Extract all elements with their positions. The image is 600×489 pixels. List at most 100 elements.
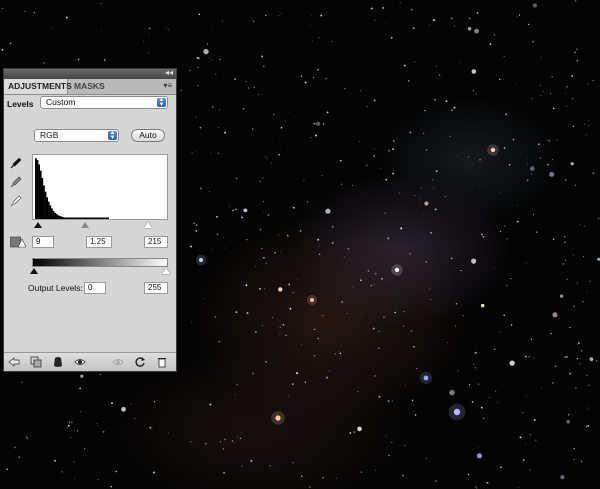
star xyxy=(134,418,136,420)
white-point-eyedropper-icon[interactable] xyxy=(10,195,22,207)
input-white-field[interactable]: 215 xyxy=(144,236,168,248)
star xyxy=(510,277,512,280)
output-levels-label: Output Levels: xyxy=(28,283,83,293)
star xyxy=(467,473,470,476)
input-black-field[interactable]: 9 xyxy=(32,236,54,248)
black-point-eyedropper-icon[interactable] xyxy=(10,157,22,169)
output-white-field[interactable]: 255 xyxy=(144,282,168,294)
star xyxy=(234,208,237,211)
star xyxy=(419,199,421,201)
star xyxy=(278,234,280,236)
star xyxy=(130,403,132,405)
star xyxy=(506,284,508,287)
star xyxy=(564,259,567,261)
star xyxy=(215,73,217,75)
input-gamma-handle[interactable] xyxy=(81,222,89,228)
star xyxy=(322,123,325,125)
star xyxy=(195,151,197,152)
star xyxy=(12,457,14,459)
channel-select[interactable]: RGB ▲ ▼ xyxy=(34,129,119,142)
star xyxy=(423,132,425,134)
collapse-icon[interactable]: ◂◂ xyxy=(165,68,173,78)
star xyxy=(433,188,435,190)
star xyxy=(261,325,263,327)
clipping-warning-icon[interactable] xyxy=(10,235,26,249)
star xyxy=(573,458,575,460)
back-arrow-icon[interactable] xyxy=(8,356,20,368)
star xyxy=(455,325,457,327)
star xyxy=(280,127,283,129)
star xyxy=(586,374,588,376)
reset-icon[interactable] xyxy=(134,356,146,368)
star xyxy=(283,102,284,104)
star xyxy=(197,66,199,69)
star xyxy=(151,428,153,430)
star xyxy=(540,57,542,58)
visibility-eye-icon[interactable] xyxy=(74,356,86,368)
star xyxy=(212,27,214,29)
auto-button[interactable]: Auto xyxy=(131,129,165,142)
tab-masks[interactable]: MASKS xyxy=(70,79,109,94)
star xyxy=(404,444,406,446)
output-black-field[interactable]: 0 xyxy=(84,282,106,294)
input-levels-slider[interactable] xyxy=(32,222,168,230)
output-white-handle[interactable] xyxy=(162,268,170,274)
mask-icon[interactable] xyxy=(52,356,64,368)
star xyxy=(477,453,482,459)
gray-point-eyedropper-icon[interactable] xyxy=(10,176,22,188)
star xyxy=(357,426,362,432)
star xyxy=(409,131,412,134)
star xyxy=(460,270,462,272)
histogram-bar xyxy=(38,164,40,219)
star xyxy=(296,372,299,375)
input-white-handle[interactable] xyxy=(144,222,152,228)
star xyxy=(506,238,508,240)
star xyxy=(374,283,375,285)
star xyxy=(412,27,415,30)
star xyxy=(203,48,209,55)
preset-select[interactable]: Custom ▲ ▼ xyxy=(40,96,168,109)
star xyxy=(564,241,566,243)
star xyxy=(468,156,470,158)
output-black-handle[interactable] xyxy=(30,268,38,274)
star xyxy=(196,57,199,59)
star xyxy=(235,311,238,313)
histogram-bar xyxy=(41,178,44,219)
input-gamma-field[interactable]: 1.25 xyxy=(86,236,112,248)
star xyxy=(532,214,535,216)
view-previous-icon[interactable] xyxy=(112,356,124,368)
panel-titlebar[interactable]: ◂◂ xyxy=(4,68,176,79)
star xyxy=(592,172,595,175)
star xyxy=(407,80,410,82)
clip-to-layer-icon[interactable] xyxy=(30,356,42,368)
star xyxy=(153,401,156,403)
star xyxy=(282,323,285,326)
bright-star xyxy=(394,267,400,273)
star xyxy=(240,432,242,434)
star xyxy=(299,230,302,232)
star xyxy=(550,92,552,94)
star xyxy=(542,90,544,92)
star xyxy=(262,65,265,68)
bright-star xyxy=(310,298,314,302)
star xyxy=(585,134,587,136)
star xyxy=(291,383,294,385)
star xyxy=(411,399,414,401)
star xyxy=(531,98,533,100)
star xyxy=(579,363,581,365)
star xyxy=(546,139,548,141)
star xyxy=(575,0,577,2)
output-levels-slider[interactable] xyxy=(30,268,170,276)
star xyxy=(360,471,363,473)
star xyxy=(439,74,441,76)
star xyxy=(334,353,336,355)
star xyxy=(288,283,291,286)
star xyxy=(373,155,375,157)
panel-menu-icon[interactable]: ▾≡ xyxy=(163,81,172,90)
tab-adjustments[interactable]: ADJUSTMENTS xyxy=(4,79,72,94)
star xyxy=(468,17,471,20)
star xyxy=(433,19,435,22)
input-black-handle[interactable] xyxy=(34,222,42,228)
star xyxy=(589,280,591,282)
trash-icon[interactable] xyxy=(156,356,168,368)
